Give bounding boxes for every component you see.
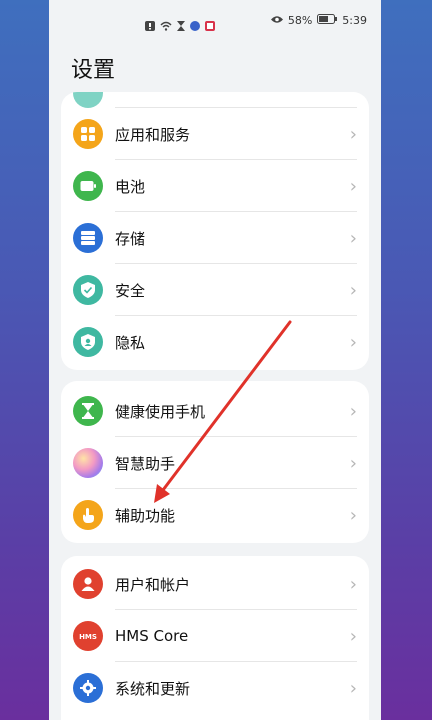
app-status-icon — [190, 16, 200, 35]
settings-item-label: 辅助功能 — [115, 506, 176, 525]
settings-item-label: 智慧助手 — [115, 454, 176, 473]
settings-item-apps[interactable]: 应用和服务 › — [61, 108, 369, 160]
settings-item-label: HMS Core — [115, 627, 189, 645]
storage-icon — [73, 223, 103, 253]
app-status-icon-red — [205, 16, 215, 35]
privacy-shield-icon — [73, 327, 103, 357]
partial-list-item[interactable] — [61, 92, 369, 108]
settings-item-privacy[interactable]: 隐私 › — [61, 316, 369, 368]
hourglass-status-icon — [177, 16, 185, 35]
chevron-right-icon: › — [349, 175, 357, 197]
apps-icon — [73, 119, 103, 149]
settings-item-label: 安全 — [115, 281, 146, 300]
user-icon — [73, 569, 103, 599]
chevron-right-icon: › — [349, 400, 357, 422]
chevron-right-icon: › — [349, 573, 357, 595]
settings-item-label: 健康使用手机 — [115, 402, 206, 421]
clock: 5:39 — [342, 14, 367, 27]
settings-item-label: 隐私 — [115, 333, 146, 352]
settings-item-label: 电池 — [115, 177, 146, 196]
partial-item-icon — [73, 92, 103, 108]
page-title: 设置 — [71, 58, 116, 83]
wifi-icon — [160, 16, 172, 35]
status-left-icons — [145, 16, 215, 35]
svg-text:HMS: HMS — [79, 633, 97, 641]
gear-icon — [73, 673, 103, 703]
settings-item-assistant[interactable]: 智慧助手 › — [61, 437, 369, 489]
settings-group-3: 用户和帐户 › HMS HMS Core › 系统和更新 › — [61, 556, 369, 720]
settings-item-label: 应用和服务 — [115, 125, 191, 144]
settings-item-security[interactable]: 安全 › — [61, 264, 369, 316]
battery-percent: 58% — [287, 14, 313, 27]
settings-item-accessibility[interactable]: 辅助功能 › — [61, 489, 369, 541]
chevron-right-icon: › — [349, 227, 357, 249]
settings-item-battery[interactable]: 电池 › — [61, 160, 369, 212]
settings-item-system-update[interactable]: 系统和更新 › — [61, 662, 369, 714]
settings-item-digital-balance[interactable]: 健康使用手机 › — [61, 385, 369, 437]
chevron-right-icon: › — [349, 123, 357, 145]
settings-item-storage[interactable]: 存储 › — [61, 212, 369, 264]
settings-item-label: 用户和帐户 — [115, 575, 191, 594]
chevron-right-icon: › — [349, 504, 357, 526]
settings-screen: 58% 5:39 设置 应用和服务 › 电池 › 存储 › 安全 › 隐私 › … — [49, 0, 381, 720]
chevron-right-icon: › — [349, 331, 357, 353]
eye-icon — [270, 14, 283, 27]
hms-icon: HMS — [73, 621, 103, 651]
chevron-right-icon: › — [349, 677, 357, 699]
status-bar: 58% 5:39 — [49, 0, 381, 44]
notification-icon — [145, 16, 155, 35]
settings-item-label: 存储 — [115, 229, 146, 248]
settings-group-2: 健康使用手机 › 智慧助手 › 辅助功能 › — [61, 381, 369, 543]
shield-check-icon — [73, 275, 103, 305]
chevron-right-icon: › — [349, 452, 357, 474]
settings-item-hms-core[interactable]: HMS HMS Core › — [61, 610, 369, 662]
chevron-right-icon: › — [349, 279, 357, 301]
assistant-orb-icon — [73, 448, 103, 478]
chevron-right-icon: › — [349, 625, 357, 647]
settings-item-label: 系统和更新 — [115, 679, 191, 698]
status-right: 58% 5:39 — [270, 14, 367, 27]
battery-icon — [73, 171, 103, 201]
settings-item-users-accounts[interactable]: 用户和帐户 › — [61, 558, 369, 610]
hourglass-icon — [73, 396, 103, 426]
hand-icon — [73, 500, 103, 530]
battery-icon — [317, 14, 338, 27]
settings-group-1: 应用和服务 › 电池 › 存储 › 安全 › 隐私 › — [61, 92, 369, 370]
